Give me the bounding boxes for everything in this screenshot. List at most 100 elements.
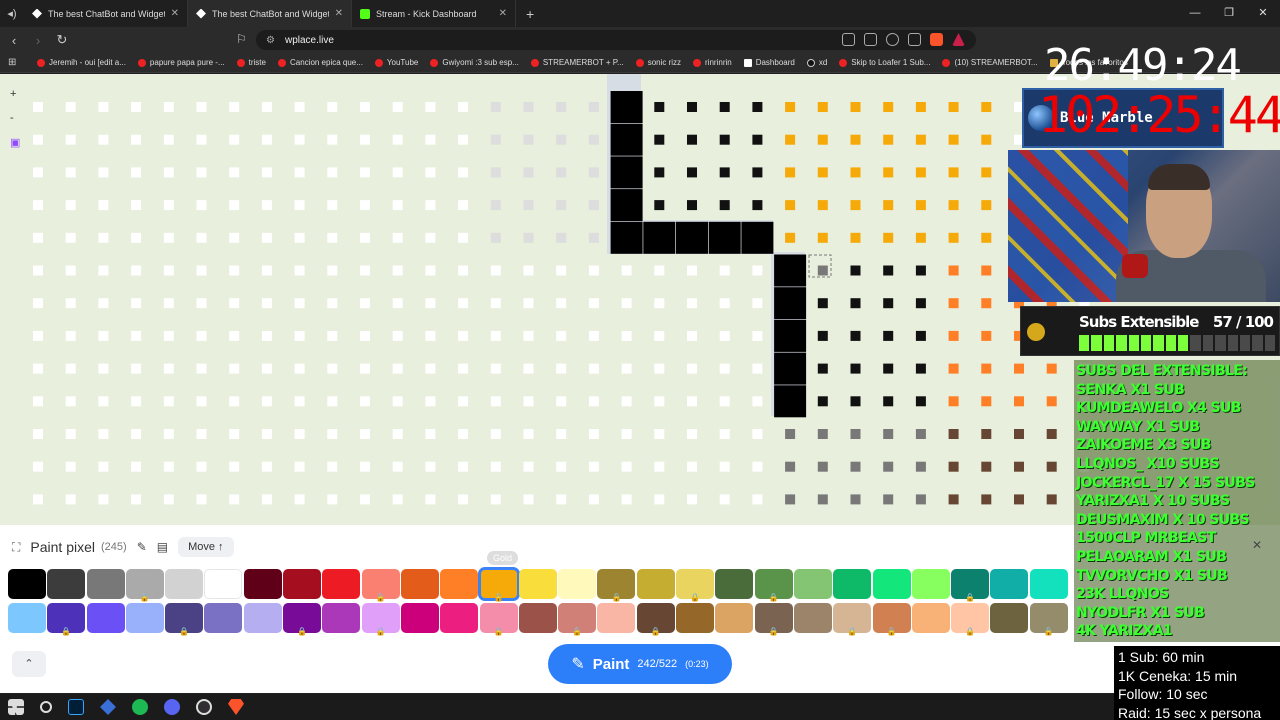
pixel[interactable]: [65, 102, 76, 112]
pixel[interactable]: [556, 134, 567, 145]
streamerbot-icon[interactable]: [100, 699, 116, 715]
pixel[interactable]: [588, 134, 599, 145]
pixel[interactable]: [850, 461, 861, 472]
pixel[interactable]: [1014, 396, 1024, 407]
spotify-icon[interactable]: [132, 699, 148, 715]
pixel[interactable]: [850, 102, 861, 112]
pixel[interactable]: [948, 265, 959, 276]
bookmark-item[interactable]: Gwiyomi :3 sub esp...: [425, 58, 523, 67]
pixel[interactable]: [425, 363, 436, 374]
pixel[interactable]: [360, 330, 370, 341]
color-swatch[interactable]: [8, 603, 46, 633]
pixel[interactable]: [719, 363, 730, 374]
pixel[interactable]: [98, 494, 109, 505]
pixel[interactable]: [327, 298, 338, 309]
pixel[interactable]: [1014, 461, 1024, 472]
pixel[interactable]: [458, 363, 469, 374]
pixel[interactable]: [981, 396, 992, 407]
pixel[interactable]: [261, 102, 272, 112]
color-swatch[interactable]: [440, 569, 479, 599]
color-swatch[interactable]: [676, 603, 715, 633]
pixel[interactable]: [948, 102, 959, 112]
pixel[interactable]: [981, 330, 992, 341]
pixel[interactable]: [588, 102, 599, 112]
pixel[interactable]: [163, 134, 174, 145]
pixel[interactable]: [229, 396, 240, 407]
color-swatch[interactable]: [518, 603, 557, 633]
pixel[interactable]: [588, 265, 599, 276]
pixel[interactable]: [915, 265, 926, 276]
pixel[interactable]: [785, 134, 796, 145]
pixel[interactable]: [33, 134, 43, 145]
pixel[interactable]: [131, 200, 142, 211]
pixel[interactable]: [687, 167, 697, 178]
pixel[interactable]: [360, 200, 370, 211]
pixel[interactable]: [948, 232, 959, 243]
pixel[interactable]: [817, 298, 828, 309]
color-swatch[interactable]: [793, 569, 832, 599]
image-icon[interactable]: ▤: [157, 540, 168, 554]
brave-shield-icon[interactable]: [930, 33, 943, 46]
zoom-out-button[interactable]: -: [10, 112, 20, 124]
pixel[interactable]: [523, 200, 534, 211]
pixel[interactable]: [523, 494, 534, 505]
pixel[interactable]: [360, 232, 370, 243]
pixel[interactable]: [294, 330, 305, 341]
pixel[interactable]: [392, 167, 403, 178]
pixel[interactable]: [523, 167, 534, 178]
pixel[interactable]: [360, 461, 370, 472]
pixel[interactable]: [981, 200, 992, 211]
pixel[interactable]: [752, 363, 763, 374]
pixel[interactable]: [654, 167, 665, 178]
pixel[interactable]: [883, 494, 894, 505]
bookmark-item[interactable]: YouTube: [370, 58, 423, 67]
pixel[interactable]: [425, 232, 436, 243]
pixel[interactable]: [621, 494, 632, 505]
pixel[interactable]: [261, 429, 272, 439]
bookmark-item[interactable]: (10) STREAMERBOT...: [937, 58, 1042, 67]
pixel[interactable]: [719, 461, 730, 472]
painted-pixel[interactable]: [774, 319, 807, 352]
pixel[interactable]: [850, 330, 861, 341]
pixel[interactable]: [785, 200, 796, 211]
pixel[interactable]: [915, 232, 926, 243]
color-swatch[interactable]: 🔒: [361, 603, 400, 636]
pixel[interactable]: [196, 200, 207, 211]
pixel[interactable]: [327, 429, 338, 439]
pixel[interactable]: [425, 461, 436, 472]
pixel[interactable]: [752, 461, 763, 472]
color-swatch[interactable]: 🔒: [636, 603, 675, 636]
pixel[interactable]: [588, 494, 599, 505]
pixel[interactable]: [360, 429, 370, 439]
pixel[interactable]: [556, 298, 567, 309]
pixel[interactable]: [392, 330, 403, 341]
pixel[interactable]: [65, 429, 76, 439]
pixel[interactable]: [752, 167, 763, 178]
pixel[interactable]: [327, 494, 338, 505]
pixel[interactable]: [392, 363, 403, 374]
pixel[interactable]: [458, 396, 469, 407]
pixel[interactable]: [556, 330, 567, 341]
color-swatch[interactable]: 🔒: [754, 569, 793, 602]
pixel[interactable]: [785, 102, 796, 112]
pixel[interactable]: [654, 429, 665, 439]
bookmark-item[interactable]: triste: [232, 58, 271, 67]
pixel[interactable]: [33, 461, 43, 472]
pixel[interactable]: [687, 461, 697, 472]
color-swatch[interactable]: [243, 603, 282, 633]
pixel[interactable]: [687, 363, 697, 374]
pixel[interactable]: [785, 461, 796, 472]
pixel[interactable]: [98, 298, 109, 309]
pixel[interactable]: [621, 330, 632, 341]
pixel[interactable]: [1014, 363, 1024, 374]
color-swatch[interactable]: [911, 569, 950, 599]
pixel[interactable]: [229, 134, 240, 145]
pixel[interactable]: [294, 363, 305, 374]
pixel[interactable]: [556, 167, 567, 178]
pixel[interactable]: [850, 298, 861, 309]
close-icon[interactable]: ✕: [335, 8, 343, 19]
painted-pixel[interactable]: [774, 254, 807, 287]
pixel[interactable]: [327, 232, 338, 243]
painted-pixel[interactable]: [610, 189, 643, 222]
pixel[interactable]: [458, 134, 469, 145]
